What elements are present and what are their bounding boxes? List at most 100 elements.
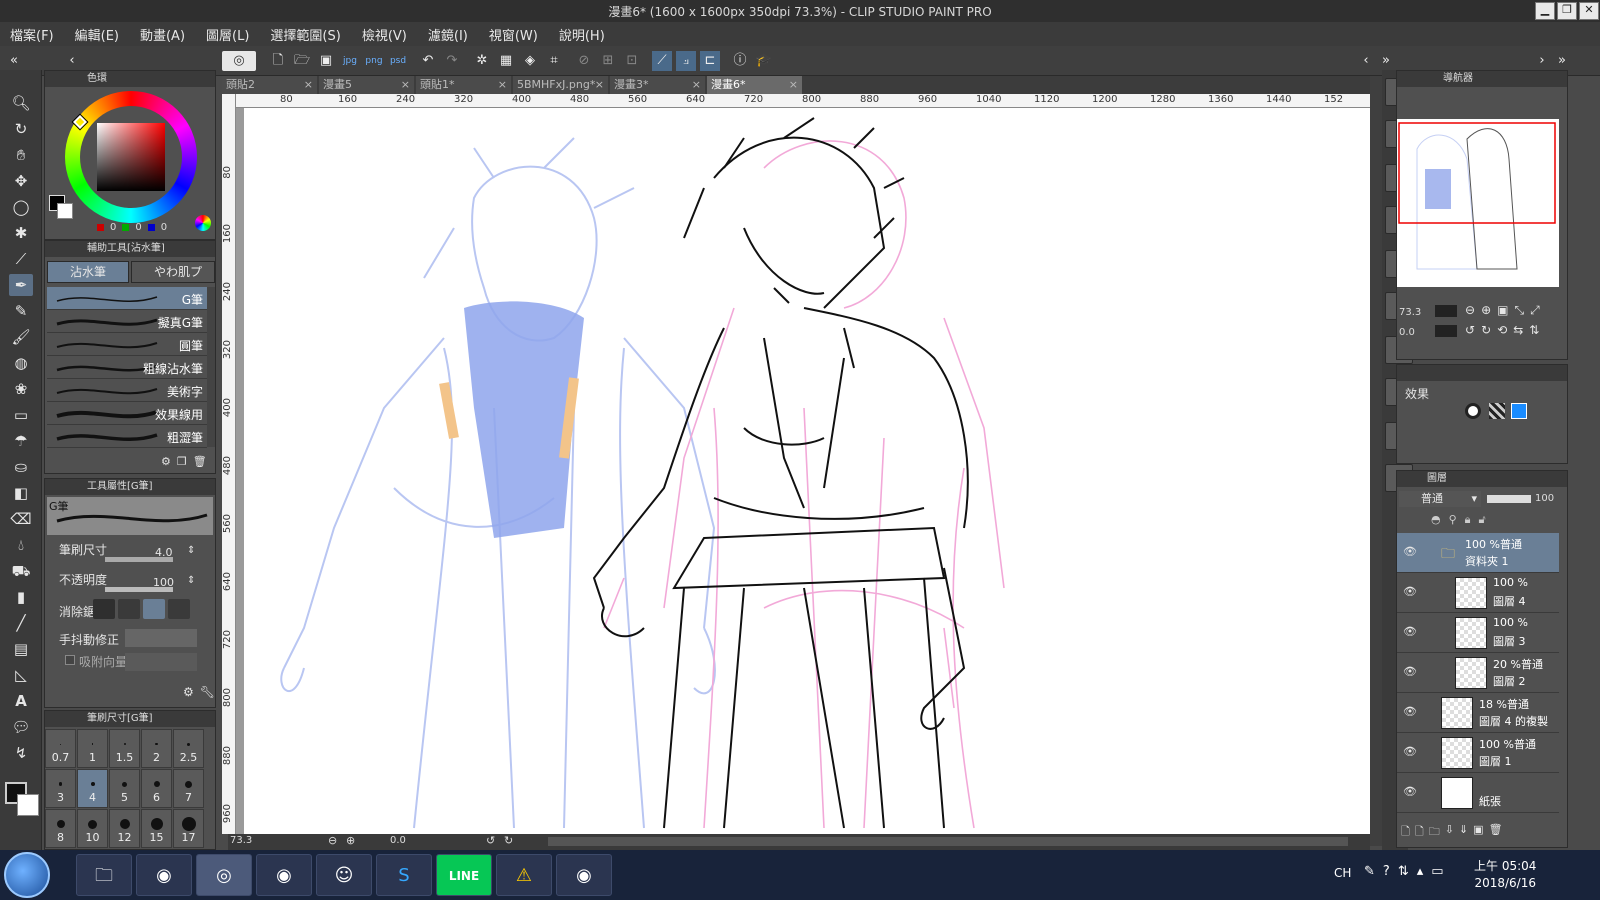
eraser-icon[interactable]: ◈ [520, 51, 540, 71]
opacity-value[interactable]: 100 [153, 576, 174, 589]
layer-row[interactable]: 👁︎ 100 % 圖層 4 [1397, 573, 1559, 613]
new-folder-icon[interactable]: 🗀 [1429, 823, 1440, 842]
hand-icon[interactable]: ✋︎ [9, 144, 33, 166]
close-tab-icon[interactable]: × [789, 76, 798, 94]
document-tab[interactable]: 頭貼1* × [416, 76, 511, 94]
rotate-right-icon[interactable]: ↻ [1481, 323, 1491, 337]
brush-size-cell[interactable]: 10 [77, 809, 108, 848]
zoom-readout[interactable]: 73.3 [230, 835, 252, 846]
flip-horizontal-icon[interactable]: ⇆ [1513, 323, 1523, 337]
aa-none-icon[interactable] [93, 599, 115, 619]
opacity-stepper-icon[interactable]: ⇕ [187, 575, 195, 586]
balloon-icon[interactable]: 💬︎ [9, 716, 33, 738]
blur-icon[interactable]: 💧︎ [9, 534, 33, 556]
rotate-left-icon[interactable]: ↺ [486, 834, 495, 847]
visibility-eye-icon[interactable]: 👁︎ [1403, 665, 1417, 678]
navigator-rotation[interactable]: 0.0 [1399, 327, 1415, 338]
menu-window[interactable]: 視窗(W) [489, 25, 538, 44]
fit-window-icon[interactable]: ⤢ [1530, 303, 1540, 318]
reset-rotation-icon[interactable]: ⟲ [1497, 323, 1507, 337]
help-icon[interactable]: ? [1383, 864, 1390, 879]
lock-icon[interactable]: 🔒︎ [1465, 513, 1471, 527]
save-icon[interactable]: ▣ [316, 51, 336, 71]
merge-icon[interactable]: ⇓ [1459, 823, 1468, 842]
figure-line-icon[interactable]: ╱ [9, 612, 33, 634]
document-tab[interactable]: 漫畫3* × [610, 76, 705, 94]
brush-size-cell[interactable]: 2 [141, 729, 172, 768]
brush-size-cell[interactable]: 6 [141, 769, 172, 808]
saturation-value-square[interactable] [97, 123, 165, 191]
clip-icon[interactable]: ◓ [1431, 513, 1441, 527]
visibility-eye-icon[interactable]: 👁︎ [1403, 585, 1417, 598]
airbrush-icon[interactable]: ◍ [9, 352, 33, 374]
lasso-rotate-icon[interactable]: ↻ [9, 118, 33, 140]
grid-snap-icon[interactable]: ⊞ [598, 51, 618, 71]
layer-row[interactable]: 👁︎ 100 % 圖層 3 [1397, 613, 1559, 653]
flip-vertical-icon[interactable]: ⇅ [1529, 323, 1539, 337]
brush-item[interactable]: 美術字 [47, 379, 207, 402]
brush-item[interactable]: 粗線沾水筆 [47, 356, 207, 379]
navigator-rotation-slider[interactable] [1435, 325, 1457, 337]
minimize-button[interactable]: ▁ [1535, 2, 1555, 20]
brush-size-cell[interactable]: 15 [141, 809, 172, 848]
subtool-group-tab-soft[interactable]: やわ肌プ [131, 261, 215, 283]
brush-item[interactable]: 效果線用 [47, 402, 207, 425]
close-tab-icon[interactable]: × [595, 76, 604, 94]
guide-snap-icon[interactable]: ⊡ [622, 51, 642, 71]
brush-size-cell[interactable]: 1 [77, 729, 108, 768]
new-raster-layer-icon[interactable]: 🗋 [1401, 823, 1410, 842]
rotate-right-icon[interactable]: ↻ [504, 834, 513, 847]
tone-effect-icon[interactable] [1489, 403, 1505, 419]
ime-icon[interactable]: ✎ [1364, 864, 1375, 879]
brush-size-value[interactable]: 4.0 [155, 546, 173, 559]
navigator-zoom-slider[interactable] [1435, 305, 1457, 317]
tool-settings-icon[interactable]: ⚙ [183, 685, 194, 699]
frame-border-icon[interactable]: ▤ [9, 638, 33, 660]
explorer-taskbar-icon[interactable]: 🗀 [76, 854, 132, 896]
network-icon[interactable]: ⇅ [1398, 864, 1409, 879]
visibility-eye-icon[interactable]: 👁︎ [1403, 745, 1417, 758]
mask-icon[interactable]: ▣ [1473, 823, 1483, 842]
hue-marker[interactable] [71, 113, 89, 131]
clip-studio-taskbar-icon[interactable]: ◎ [196, 854, 252, 896]
pencil-icon[interactable]: ✎ [9, 300, 33, 322]
clip-studio-icon[interactable]: ◎ [222, 51, 256, 71]
color-mode-icon[interactable] [195, 215, 211, 231]
ruler-snap-icon[interactable]: ⊘ [574, 51, 594, 71]
close-tab-icon[interactable]: × [498, 76, 507, 94]
aa-strong-icon[interactable] [168, 599, 190, 619]
open-file-icon[interactable]: 🗁 [292, 51, 312, 71]
chevron-left-icon[interactable]: ‹ [62, 51, 82, 71]
ruler-tool-icon[interactable]: ◺ [9, 664, 33, 686]
vector-snap-slider[interactable] [125, 653, 197, 671]
messenger-taskbar-icon[interactable]: ☺ [316, 854, 372, 896]
zoom-out-icon[interactable]: ⊖ [328, 834, 337, 847]
tray-expand-icon[interactable]: ▴ [1417, 864, 1424, 879]
subtool-group-tab-pen[interactable]: 沾水筆 [47, 261, 129, 283]
lock-alpha-icon[interactable]: 🔓︎ [1479, 513, 1486, 527]
brush-icon[interactable]: 🖌︎ [9, 326, 33, 348]
blend-icon[interactable]: ☂︎ [9, 430, 33, 452]
skype-taskbar-icon[interactable]: S [376, 854, 432, 896]
fill-bucket-icon[interactable]: ⛀ [9, 456, 33, 478]
brush-item[interactable]: 擬真G筆 [47, 310, 207, 333]
zoom-in-icon[interactable]: ⊕ [1481, 303, 1491, 318]
info-icon[interactable]: ⓘ [730, 51, 750, 71]
visibility-eye-icon[interactable]: 👁︎ [1403, 545, 1417, 558]
undo-icon[interactable]: ↶ [418, 51, 438, 71]
action-center-icon[interactable]: ▭ [1431, 864, 1443, 879]
move-icon[interactable]: ✥ [9, 170, 33, 192]
zoom-icon[interactable]: 🔍︎ [9, 92, 33, 114]
warning-taskbar-icon[interactable]: ⚠ [496, 854, 552, 896]
stabilizer-slider[interactable] [125, 629, 197, 647]
copy-subtool-icon[interactable]: ❐ [177, 455, 187, 468]
sub-color-swatch[interactable] [17, 794, 39, 816]
canvas-vertical-scrollbar[interactable] [1370, 76, 1382, 846]
navigator-zoom[interactable]: 73.3 [1399, 307, 1421, 318]
clock[interactable]: 上午 05:04 2018/6/16 [1474, 858, 1536, 892]
document-tab[interactable]: 頭貼2 × [222, 76, 317, 94]
layer-row[interactable]: 👁︎ 🗀 100 %普通 資料夾 1 [1397, 533, 1559, 573]
brush-size-cell[interactable]: 7 [173, 769, 204, 808]
correct-line-icon[interactable]: ↯ [9, 742, 33, 764]
close-tab-icon[interactable]: × [401, 76, 410, 94]
